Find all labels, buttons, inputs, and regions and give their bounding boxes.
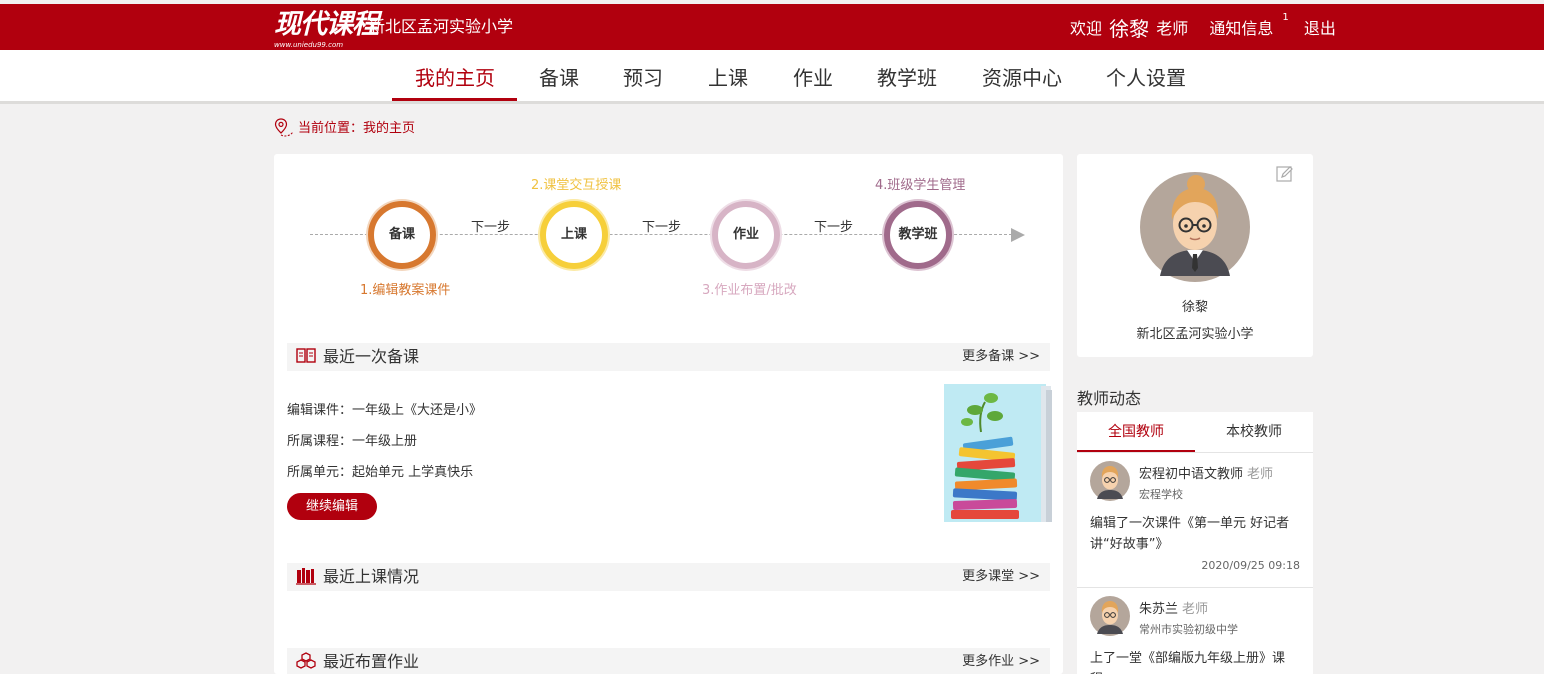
- step-1-label: 1.编辑教案课件: [360, 283, 451, 298]
- nav-item-preview[interactable]: 预习: [623, 50, 663, 101]
- step-4-label: 4.班级学生管理: [875, 178, 966, 193]
- recent-prep-title: 最近一次备课: [323, 347, 420, 366]
- nav-item-home[interactable]: 我的主页: [415, 50, 495, 101]
- notice-link[interactable]: 通知信息: [1209, 14, 1273, 44]
- edit-icon[interactable]: [1276, 165, 1294, 183]
- continue-edit-button[interactable]: 继续编辑: [287, 493, 377, 520]
- step-homework-circle[interactable]: 作业: [712, 201, 780, 269]
- main-nav: 我的主页 备课 预习 上课 作业 教学班 资源中心 个人设置: [0, 50, 1544, 104]
- feed-teacher-name[interactable]: 宏程初中语文教师 老师: [1139, 463, 1273, 482]
- breadcrumb-text: 当前位置：我的主页: [298, 121, 416, 136]
- nav-item-homework[interactable]: 作业: [793, 50, 833, 101]
- logo-url: www.uniedu99.com: [274, 41, 344, 49]
- dynamics-title: 教师动态: [1077, 389, 1142, 408]
- feed-content[interactable]: 编辑了一次课件《第一单元 好记者讲“好故事”》: [1090, 513, 1295, 555]
- nav-item-prep[interactable]: 备课: [539, 50, 579, 101]
- nav-item-settings[interactable]: 个人设置: [1106, 50, 1186, 101]
- profile-name: 徐黎: [1181, 300, 1208, 315]
- feed-school: 常州市实验初级中学: [1139, 623, 1238, 636]
- tab-school-teachers[interactable]: 本校教师: [1195, 412, 1313, 452]
- profile-card: 徐黎 新北区孟河实验小学: [1077, 154, 1313, 357]
- recent-class-header: 最近上课情况 更多课堂 >>: [287, 563, 1050, 591]
- nav-item-resources[interactable]: 资源中心: [982, 50, 1062, 101]
- nav-active-indicator: [392, 98, 517, 101]
- next-step-label: 下一步: [471, 220, 511, 235]
- feed-time: 2020/09/25 09:18: [1201, 559, 1300, 572]
- recent-homework-title: 最近布置作业: [323, 652, 420, 671]
- book-open-icon: [296, 348, 316, 363]
- teacher-role: 老师: [1247, 467, 1274, 482]
- logo[interactable]: 现代课程 www.uniedu99.com: [274, 9, 379, 50]
- next-step-label: 下一步: [642, 220, 682, 235]
- step-2-label: 2.课堂交互授课: [531, 178, 622, 193]
- tab-active-indicator: [1077, 450, 1195, 452]
- books-illustration: [944, 384, 1052, 522]
- logo-text: 现代课程: [274, 9, 379, 40]
- feed-teacher-name[interactable]: 朱苏兰 老师: [1139, 598, 1208, 617]
- more-prep-link[interactable]: 更多备课 >>: [962, 343, 1040, 371]
- teacher-name: 朱苏兰: [1139, 602, 1179, 617]
- profile-school: 新北区孟河实验小学: [1136, 327, 1254, 342]
- main-panel: 备课 上课 作业 教学班 1.编辑教案课件 2.课堂交互授课 3.作业布置/批改…: [274, 154, 1063, 674]
- top-bar: 现代课程 www.uniedu99.com 新北区孟河实验小学 欢迎 徐黎 老师…: [0, 4, 1544, 50]
- welcome-text: 欢迎: [1070, 19, 1103, 38]
- flow-arrow-icon: [1011, 228, 1025, 242]
- user-role: 老师: [1156, 19, 1189, 38]
- logout-link[interactable]: 退出: [1304, 14, 1336, 44]
- notice-count-badge: 1: [1282, 12, 1289, 23]
- recent-class-title: 最近上课情况: [323, 567, 420, 586]
- teacher-role: 老师: [1182, 602, 1209, 617]
- recent-prep-header: 最近一次备课 更多备课 >>: [287, 343, 1050, 371]
- user-name[interactable]: 徐黎: [1109, 14, 1149, 44]
- dynamics-panel: 全国教师 本校教师 宏程初中语文教师 老师 宏程学校 编辑了一次课件《第一单元 好…: [1077, 412, 1313, 674]
- more-homework-link[interactable]: 更多作业 >>: [962, 648, 1040, 674]
- location-pin-icon: [274, 118, 294, 137]
- feed-school: 宏程学校: [1139, 488, 1183, 501]
- step-teaching-class-circle[interactable]: 教学班: [884, 201, 952, 269]
- nav-item-class[interactable]: 上课: [708, 50, 748, 101]
- avatar[interactable]: [1090, 461, 1130, 501]
- user-area: 欢迎 徐黎 老师 通知信息 1 退出: [1070, 12, 1336, 44]
- teacher-name: 宏程初中语文教师: [1139, 467, 1244, 482]
- prep-course: 所属课程：一年级上册: [287, 434, 418, 449]
- step-class-circle[interactable]: 上课: [540, 201, 608, 269]
- avatar[interactable]: [1140, 172, 1250, 282]
- cubes-icon: [296, 652, 316, 669]
- school-name: 新北区孟河实验小学: [369, 17, 514, 36]
- tab-national-teachers[interactable]: 全国教师: [1077, 412, 1195, 452]
- prep-courseware: 编辑课件：一年级上《大还是小》: [287, 403, 483, 418]
- prep-unit: 所属单元：起始单元 上学真快乐: [287, 465, 474, 480]
- workflow-steps: 备课 上课 作业 教学班 1.编辑教案课件 2.课堂交互授课 3.作业布置/批改…: [274, 154, 1063, 324]
- tab-divider: [1077, 452, 1313, 453]
- avatar[interactable]: [1090, 596, 1130, 636]
- recent-homework-header: 最近布置作业 更多作业 >>: [287, 648, 1050, 674]
- step-prep-circle[interactable]: 备课: [368, 201, 436, 269]
- nav-item-teaching-class[interactable]: 教学班: [877, 50, 937, 101]
- feed-divider: [1077, 587, 1313, 588]
- next-step-label: 下一步: [814, 220, 854, 235]
- books-stack-icon: [296, 568, 316, 585]
- more-class-link[interactable]: 更多课堂 >>: [962, 563, 1040, 591]
- feed-content[interactable]: 上了一堂《部编版九年级上册》课程: [1090, 648, 1295, 674]
- step-3-label: 3.作业布置/批改: [702, 283, 797, 298]
